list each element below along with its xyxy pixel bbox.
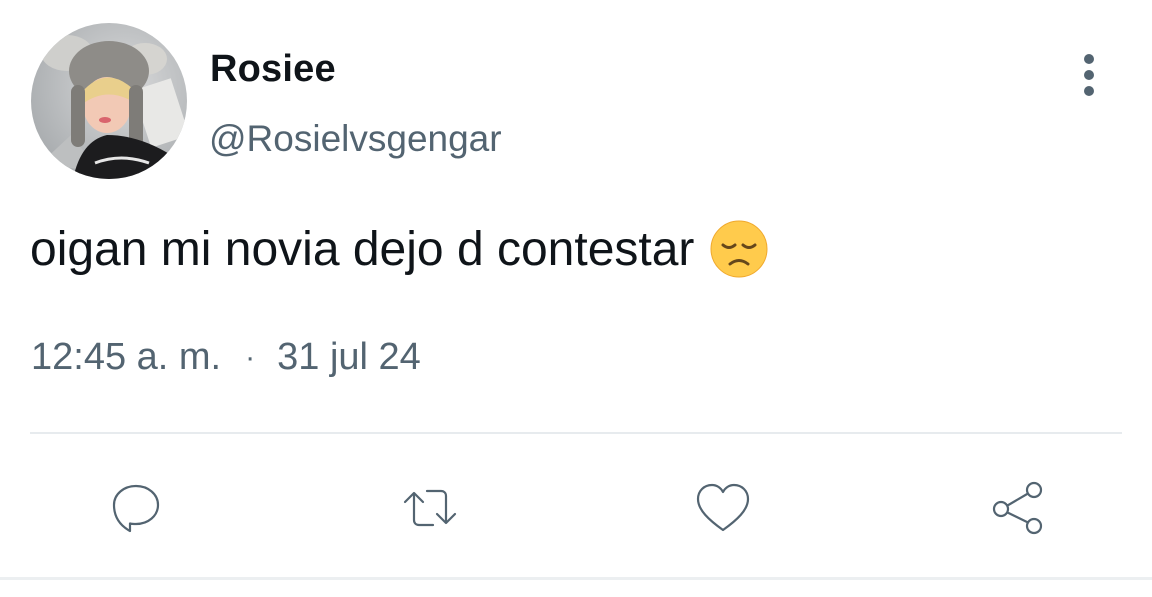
more-vertical-icon-dot: [1084, 70, 1094, 80]
tweet-card: Rosiee @Rosielvsgengar oigan mi novia de…: [0, 0, 1152, 597]
share-icon: [992, 481, 1043, 535]
avatar[interactable]: [31, 23, 187, 179]
tweet-date: 31 jul 24: [277, 336, 421, 378]
tweet-text-content: oigan mi novia dejo d contestar: [30, 222, 695, 276]
avatar-photo: [31, 23, 187, 179]
tweet-text: oigan mi novia dejo d contestar: [30, 220, 768, 278]
tweet-timestamp[interactable]: 12:45 a. m. · 31 jul 24: [31, 336, 421, 379]
author-handle[interactable]: @Rosielvsgengar: [209, 118, 502, 160]
like-button[interactable]: [691, 476, 755, 540]
share-button[interactable]: [986, 476, 1050, 540]
more-options-button[interactable]: [1066, 50, 1112, 100]
more-vertical-icon-dot: [1084, 86, 1094, 96]
reply-icon: [112, 484, 160, 533]
retweet-icon: [403, 489, 457, 527]
disappointed-face-emoji: [710, 220, 768, 278]
author-display-name[interactable]: Rosiee: [210, 48, 336, 91]
reply-button[interactable]: [104, 476, 168, 540]
tweet-time: 12:45 a. m.: [31, 336, 222, 378]
more-vertical-icon: [1084, 54, 1094, 64]
divider: [30, 432, 1122, 434]
retweet-button[interactable]: [398, 476, 462, 540]
heart-icon: [696, 483, 750, 532]
meta-separator: ·: [245, 340, 256, 374]
bottom-divider: [0, 577, 1152, 580]
